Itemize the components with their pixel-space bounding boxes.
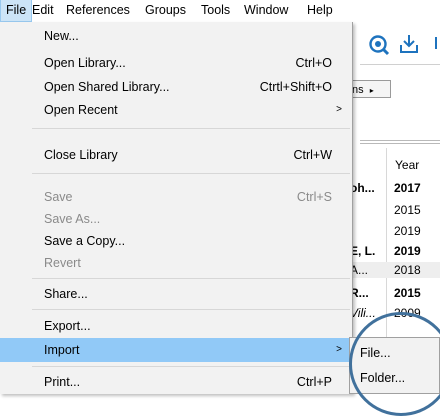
year-column-header[interactable]: Year: [395, 158, 419, 172]
table-row[interactable]: oh... 2017: [350, 180, 440, 196]
pane-divider: [360, 140, 440, 141]
menu-bar: File Edit References Groups Tools Window…: [0, 0, 440, 23]
shortcut-label: Ctrl+O: [295, 56, 332, 70]
menu-item-revert: Revert: [0, 251, 352, 275]
menu-item-label: Open Shared Library...: [44, 80, 170, 94]
shortcut-label: Ctrl+S: [296, 190, 332, 204]
menu-separator: [32, 278, 350, 279]
menu-item-label: Share...: [44, 287, 88, 301]
shortcut-label: Ctrl+P: [296, 375, 332, 389]
menu-item-save-a-copy[interactable]: Save a Copy...: [0, 229, 352, 253]
toolbar-divider: [360, 64, 440, 65]
menu-item-share[interactable]: Share...: [0, 282, 352, 306]
menu-item-save: Save Ctrl+S: [0, 185, 352, 209]
pane-divider: [360, 143, 440, 144]
menu-references[interactable]: References: [61, 0, 135, 21]
menu-item-open-recent[interactable]: Open Recent >: [0, 98, 352, 122]
year-cell: 2019: [394, 224, 421, 238]
highlight-circle-annotation: [349, 312, 440, 416]
menu-item-label: Save: [44, 190, 73, 204]
author-cell: A...: [350, 263, 369, 277]
options-tab-label: ns: [352, 84, 364, 96]
shortcut-label: Ctrl+W: [293, 148, 332, 162]
import-download-icon[interactable]: [398, 33, 420, 55]
menu-item-close-library[interactable]: Close Library Ctrl+W: [0, 143, 352, 167]
menu-tools[interactable]: Tools: [196, 0, 235, 21]
menu-item-label: Close Library: [44, 148, 118, 162]
menu-separator: [32, 128, 350, 129]
menu-separator: [32, 173, 350, 174]
upload-icon[interactable]: [430, 33, 440, 55]
globe-search-icon[interactable]: [368, 34, 390, 56]
table-row[interactable]: 2015: [350, 202, 440, 218]
menu-item-open-library[interactable]: Open Library... Ctrl+O: [0, 51, 352, 75]
menu-item-import[interactable]: Import >: [0, 338, 352, 362]
chevron-right-icon: >: [336, 104, 342, 115]
menu-item-label: Import: [44, 343, 80, 357]
menu-item-save-as: Save As...: [0, 207, 352, 231]
menu-item-label: Revert: [44, 256, 81, 270]
menu-item-open-shared-library[interactable]: Open Shared Library... Ctrtl+Shift+O: [0, 75, 352, 99]
chevron-right-icon: >: [336, 344, 342, 355]
menu-item-print[interactable]: Print... Ctrl+P: [0, 370, 352, 394]
table-row[interactable]: A... 2018: [350, 262, 440, 278]
menu-item-new[interactable]: New...: [0, 24, 352, 48]
tab-arrow-icon: ▸: [369, 86, 374, 95]
menu-item-label: Open Library...: [44, 56, 126, 70]
year-cell: 2019: [394, 244, 421, 258]
author-cell: oh...: [350, 181, 375, 195]
year-cell: 2015: [394, 203, 421, 217]
year-cell: 2018: [394, 263, 421, 277]
shortcut-label: Ctrtl+Shift+O: [259, 80, 332, 94]
menu-item-label: New...: [44, 29, 79, 43]
menu-item-label: Save a Copy...: [44, 234, 126, 248]
menu-separator: [32, 309, 350, 310]
menu-edit[interactable]: Edit: [27, 0, 59, 21]
menu-item-label: Print...: [44, 375, 81, 389]
table-row[interactable]: R... 2015: [350, 285, 440, 301]
table-row[interactable]: 2019: [350, 223, 440, 239]
year-cell: 2015: [394, 286, 421, 300]
menu-separator: [32, 366, 350, 367]
menu-item-export[interactable]: Export...: [0, 314, 352, 338]
menu-item-label: Export...: [44, 319, 91, 333]
file-menu: New... Open Library... Ctrl+O Open Share…: [0, 22, 353, 394]
menu-item-label: Open Recent: [44, 103, 118, 117]
menu-groups[interactable]: Groups: [140, 0, 191, 21]
author-cell: R...: [350, 286, 369, 300]
menu-item-label: Save As...: [44, 212, 101, 226]
year-cell: 2017: [394, 181, 421, 195]
author-cell: E, L.: [350, 244, 376, 258]
table-row[interactable]: E, L. 2019: [350, 243, 440, 259]
menu-help[interactable]: Help: [302, 0, 338, 21]
menu-window[interactable]: Window: [239, 0, 293, 21]
